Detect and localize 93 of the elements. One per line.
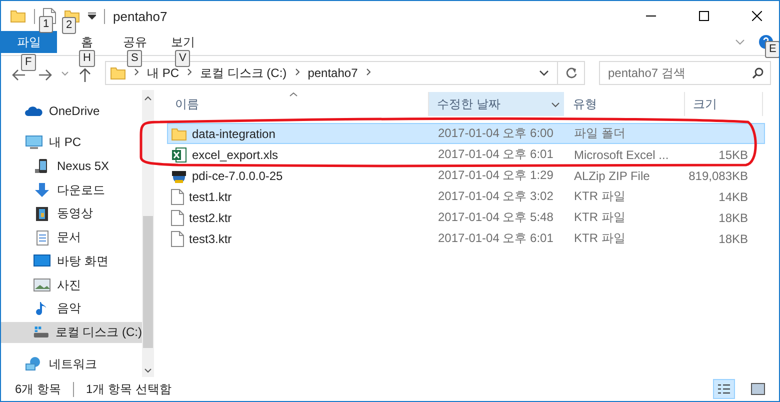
size-cell-text: 18KB [718,232,749,246]
spreadsheet-icon [171,146,187,162]
list-icon [717,383,731,395]
dropdown-icon[interactable] [551,102,560,108]
window-title: pentaho7 [113,8,168,24]
keytip: H [79,50,95,67]
type-cell-text: ALZip ZIP File [573,168,651,182]
scrollbar[interactable] [142,90,154,377]
sidebar-item[interactable]: 로컬 디스크 (C:) [1,322,142,344]
keytip: 2 [62,17,76,34]
column-header[interactable]: 유형 [565,92,685,116]
keytip: 1 [39,16,54,33]
maximize-icon [698,11,708,21]
size-cell-text: 15KB [718,148,749,162]
column-header[interactable]: 크기 [685,92,763,116]
file-row[interactable]: test3.ktr 2017-01-04 오후 6:01 KTR 파일 18KB [167,228,765,249]
breadcrumb[interactable]: pentaho7 [308,66,358,80]
file-name: test1.ktr [189,190,232,204]
type-cell-text: KTR 파일 [573,188,626,205]
sidebar-item[interactable]: 문서 [1,226,142,248]
file-name: data-integration [192,126,276,140]
sidebar-item[interactable]: 바탕 화면 [1,250,142,272]
file-name: pdi-ce-7.0.0.0-25 [192,168,283,182]
sidebar-item[interactable]: Nexus 5X [1,155,142,178]
thumbnail-icon [751,383,765,395]
scroll-up-icon[interactable] [144,96,152,101]
photo-icon [33,277,51,293]
refresh-icon[interactable] [566,67,578,79]
date-cell-text: 2017-01-04 오후 3:02 [437,188,554,205]
ribbon-tab[interactable]: 보기 [159,31,207,53]
date-cell-text: 2017-01-04 오후 6:01 [437,230,554,247]
ribbon-tab[interactable]: 홈 [63,31,111,53]
size-cell-text: 14KB [718,190,749,204]
up-arrow-icon [79,68,91,82]
item-count: 6개 항목 [15,380,62,398]
scroll-down-icon[interactable] [144,368,152,373]
sidebar-item[interactable]: OneDrive [1,100,142,122]
file-tab[interactable]: 파일 [1,31,57,53]
breadcrumb[interactable]: 로컬 디스크 (C:) [200,64,287,82]
search-icon[interactable] [752,67,764,79]
dropdown-icon[interactable] [539,70,549,76]
size-cell-text: 18KB [718,210,749,224]
desktop-icon [33,253,51,270]
address-bar[interactable]: 내 PC 로컬 디스크 (C:) pentaho7 [105,61,585,85]
file-icon [171,230,184,246]
file-name: test2.ktr [189,210,232,224]
file-icon [171,188,184,204]
date-cell-text: 2017-01-04 오후 1:29 [437,167,554,184]
network-icon [25,356,43,372]
sidebar-item[interactable]: 네트워크 [1,353,142,376]
date-cell-text: 2017-01-04 오후 6:01 [437,146,554,163]
download-icon [33,182,51,198]
type-cell-text: 파일 폴더 [573,125,626,142]
type-cell-text: KTR 파일 [573,230,626,247]
selection-count: 1개 항목 선택함 [86,380,172,398]
keytip: F [21,54,36,71]
date-cell-text: 2017-01-04 오후 5:48 [437,209,554,226]
file-row[interactable]: excel_export.xls 2017-01-04 오후 6:01 Microsoft Excel ... 15KB [167,144,765,165]
drive-icon [33,324,50,340]
file-name: excel_export.xls [192,148,278,162]
folder-icon [171,126,187,140]
date-cell-text: 2017-01-04 오후 6:00 [437,125,554,142]
close-icon [752,11,762,21]
film-icon [33,206,51,222]
size-cell-text: 819,083KB [688,168,749,182]
type-cell-text: Microsoft Excel ... [573,148,670,162]
sidebar-item[interactable]: 음악 [1,298,142,320]
details-view-button[interactable] [713,379,735,399]
folder-icon [10,9,26,23]
sidebar-item[interactable]: 사진 [1,274,142,296]
sidebar-item[interactable]: 동영상 [1,202,142,225]
dropdown-icon[interactable] [88,12,96,20]
file-row[interactable]: test2.ktr 2017-01-04 오후 5:48 KTR 파일 18KB [167,207,765,228]
file-row[interactable]: data-integration 2017-01-04 오후 6:00 파일 폴더 [167,123,765,144]
search-box[interactable]: pentaho7 검색 [599,61,771,85]
scrollbar-thumb[interactable] [143,216,153,348]
column-header[interactable]: 수정한 날짜 [429,92,565,116]
folder-icon [110,66,126,80]
file-name: test3.ktr [189,232,232,246]
back-arrow-icon [12,69,26,81]
keytip: S [127,50,142,67]
forward-arrow-icon [38,69,52,81]
file-icon [171,210,184,226]
type-cell-text: KTR 파일 [573,209,626,226]
file-row[interactable]: pdi-ce-7.0.0.0-25 2017-01-04 오후 1:29 ALZip ZIP File 819,083KB [167,165,765,186]
sidebar-item[interactable]: 다운로드 [1,179,142,201]
keytip: E [765,41,779,58]
file-row[interactable]: test1.ktr 2017-01-04 오후 3:02 KTR 파일 14KB [167,186,765,207]
keytip: V [175,50,190,67]
ribbon-tab[interactable]: 공유 [111,31,159,53]
computer-icon [25,134,43,151]
breadcrumb[interactable]: 내 PC [147,64,180,82]
sidebar-item[interactable]: 내 PC [1,132,142,154]
